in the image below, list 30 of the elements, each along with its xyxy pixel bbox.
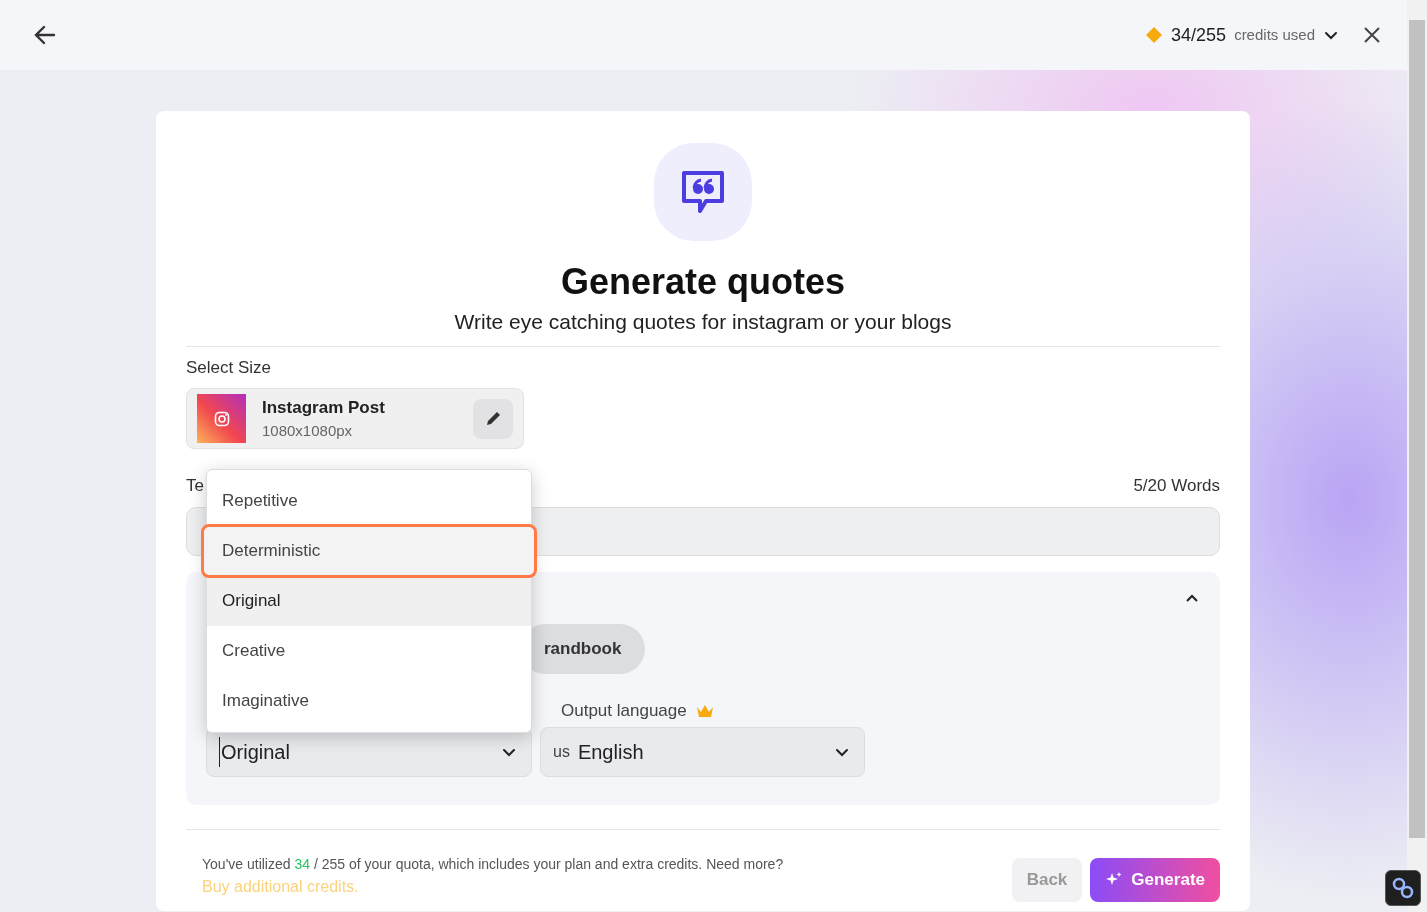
dropdown-option[interactable]: Original xyxy=(207,576,531,626)
word-count: 5/20 Words xyxy=(1133,475,1220,498)
diamond-icon xyxy=(1145,26,1164,44)
dropdown-option[interactable]: Repetitive xyxy=(207,476,531,526)
credits-count: 34/255 xyxy=(1171,23,1227,47)
credits-label: credits used xyxy=(1234,24,1315,45)
instagram-icon xyxy=(197,394,246,444)
dropdown-option[interactable]: Deterministic xyxy=(203,526,535,576)
page-subtitle: Write eye catching quotes for instagram or your blogs xyxy=(454,309,952,336)
edit-button[interactable] xyxy=(473,398,513,439)
close-icon[interactable] xyxy=(1363,26,1381,44)
dropdown-option[interactable]: Imaginative xyxy=(207,676,531,726)
pencil-icon xyxy=(484,409,502,428)
quote-icon xyxy=(654,143,752,241)
link-icon[interactable] xyxy=(1385,870,1421,906)
dropdown-option[interactable]: Creative xyxy=(207,626,531,676)
size-card[interactable]: Instagram Post 1080x1080px xyxy=(186,388,524,450)
flag-code: us xyxy=(553,742,570,763)
quota-text: You've utilized 34 / 255 of your quota, which includes your plan and extra credits. Need more? xyxy=(202,854,784,874)
text-label: Te xyxy=(186,475,204,498)
generate-button[interactable]: Generate xyxy=(1090,857,1220,902)
back-arrow-icon[interactable] xyxy=(34,25,56,45)
output-language-label: Output language xyxy=(561,699,687,722)
language-value: English xyxy=(577,740,644,766)
size-label: Select Size xyxy=(186,356,273,379)
language-select[interactable]: us English xyxy=(540,727,865,778)
size-dimensions: 1080x1080px xyxy=(262,421,354,442)
size-name: Instagram Post xyxy=(262,396,386,419)
page-title: Generate quotes xyxy=(560,261,846,303)
scrollbar[interactable] xyxy=(1407,0,1427,912)
